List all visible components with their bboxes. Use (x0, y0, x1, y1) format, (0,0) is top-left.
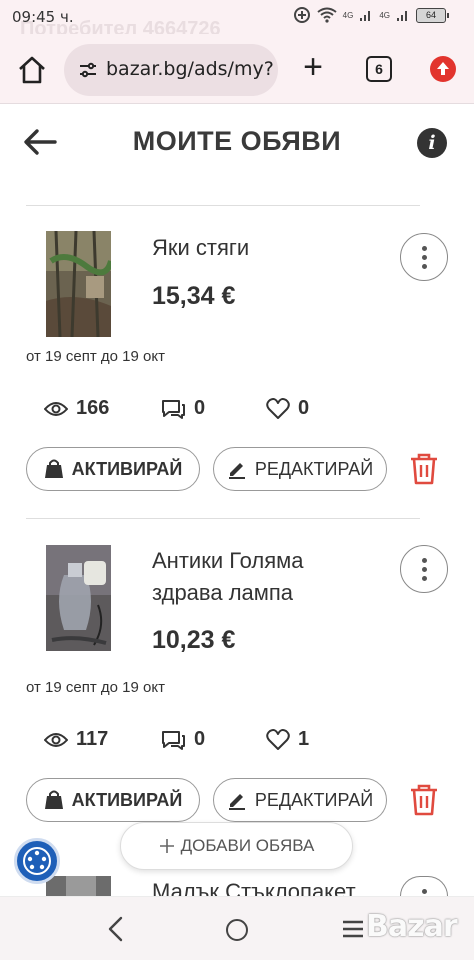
ad-messages: 0 (160, 728, 205, 751)
heart-icon (266, 397, 290, 419)
ad-price: 15,34 € (152, 282, 236, 310)
activate-button[interactable]: АКТИВИРАЙ (26, 778, 200, 822)
signal-label-1: 4G (342, 10, 354, 20)
nav-recents-icon[interactable] (342, 920, 364, 938)
status-bar: Потребител 4664726 09:45 ч. 4G 4G 64 (0, 0, 474, 40)
site-settings-icon[interactable] (78, 60, 98, 80)
ad-dates: от 19 септ до 19 окт (26, 348, 165, 365)
ad-dates: от 19 септ до 19 окт (26, 679, 165, 696)
ad-menu-button[interactable] (400, 233, 448, 281)
ad-title[interactable]: Антики Голяма здрава лампа (152, 545, 362, 609)
system-nav-bar: Bazar (0, 896, 474, 960)
ad-likes: 0 (266, 397, 309, 420)
ad-menu-button[interactable] (400, 545, 448, 593)
nav-home-icon[interactable] (226, 919, 248, 941)
chat-icon (162, 399, 185, 419)
add-ad-button[interactable]: ДОБАВИ ОБЯВА (120, 822, 353, 870)
ad-views: 166 (44, 397, 109, 420)
ad-messages: 0 (160, 397, 205, 420)
trash-icon[interactable] (408, 783, 440, 817)
accessibility-button[interactable] (14, 838, 60, 884)
likes-count: 0 (298, 397, 310, 419)
page-title: МОИТЕ ОБЯВИ (132, 126, 342, 156)
ad-title[interactable]: Яки стяги (152, 232, 362, 264)
new-tab-button[interactable]: + (298, 50, 328, 86)
url-bar[interactable]: bazar.bg/ads/my? (64, 44, 278, 96)
ad-divider (26, 518, 420, 519)
likes-count: 1 (298, 728, 310, 750)
eye-icon (44, 401, 68, 416)
add-ad-label: ДОБАВИ ОБЯВА (180, 836, 315, 855)
activate-label: АКТИВИРАЙ (71, 789, 183, 810)
edit-label: РЕДАКТИРАЙ (254, 789, 374, 810)
ad-likes: 1 (266, 728, 309, 751)
nav-back-icon[interactable] (104, 915, 128, 943)
ad-thumbnail[interactable] (46, 545, 111, 651)
home-icon[interactable] (16, 54, 48, 86)
update-icon[interactable] (430, 56, 456, 82)
edit-label: РЕДАКТИРАЙ (254, 458, 374, 479)
location-icon (293, 7, 310, 23)
status-icons: 4G 4G 64 (293, 6, 449, 24)
battery-icon: 64 (416, 7, 449, 23)
trash-icon[interactable] (408, 452, 440, 486)
header-divider (26, 205, 420, 206)
ad-thumbnail[interactable] (46, 231, 111, 337)
activate-button[interactable]: АКТИВИРАЙ (26, 447, 200, 491)
signal-icon-2 (397, 11, 407, 21)
messages-count: 0 (194, 397, 206, 419)
activate-label: АКТИВИРАЙ (71, 458, 183, 479)
plus-icon (159, 839, 174, 853)
signal-label-2: 4G (379, 10, 390, 20)
watermark-logo: Bazar (366, 909, 458, 944)
pencil-icon (228, 463, 245, 479)
wifi-icon (317, 7, 337, 23)
chat-icon (162, 730, 185, 750)
info-icon[interactable]: i (417, 128, 447, 158)
messages-count: 0 (194, 728, 206, 750)
ad-menu-button[interactable] (400, 876, 448, 896)
heart-icon (266, 728, 290, 750)
url-text[interactable]: bazar.bg/ads/my? (106, 58, 274, 80)
edit-button[interactable]: РЕДАКТИРАЙ (213, 778, 387, 822)
tab-switcher-button[interactable]: 6 (366, 56, 392, 82)
signal-icon (360, 11, 371, 21)
status-time: 09:45 ч. (12, 8, 74, 26)
ad-price: 10,23 € (152, 626, 236, 654)
views-count: 117 (76, 728, 109, 750)
edit-button[interactable]: РЕДАКТИРАЙ (213, 447, 387, 491)
ad-views: 117 (44, 728, 108, 751)
views-count: 166 (76, 397, 110, 419)
eye-icon (44, 732, 68, 747)
pencil-icon (228, 794, 245, 810)
bag-icon (44, 459, 63, 478)
ad-title[interactable]: Малък Стъклопакет (152, 876, 362, 896)
browser-toolbar: bazar.bg/ads/my? + 6 (0, 34, 474, 104)
bag-icon (44, 790, 63, 809)
